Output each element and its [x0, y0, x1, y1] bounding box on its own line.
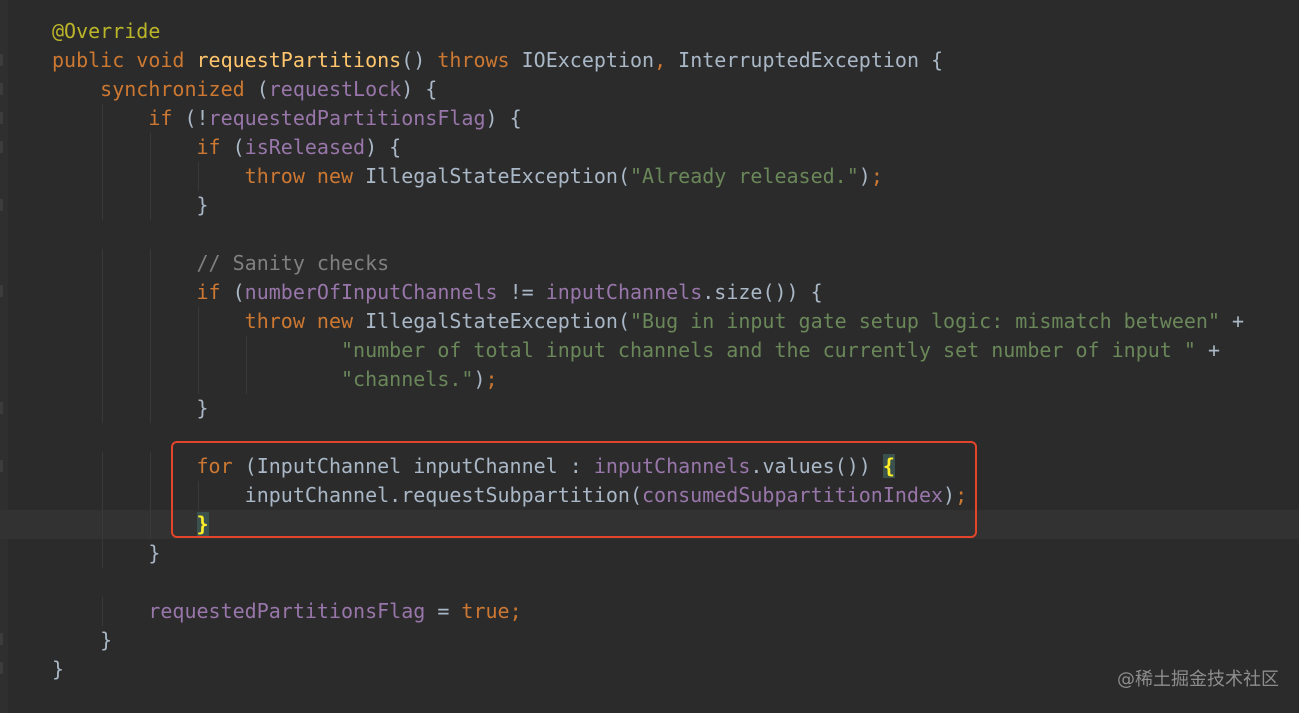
- code-lines: @Override public void requestPartitions()…: [0, 17, 1299, 684]
- code-text: if (isReleased) {: [52, 133, 401, 162]
- code-token: (: [232, 135, 245, 159]
- code-token: isReleased: [244, 135, 366, 159]
- code-line[interactable]: }: [0, 394, 1299, 423]
- code-token: ;: [509, 599, 522, 623]
- code-text: throw new IllegalStateException("Already…: [52, 162, 883, 191]
- code-editor[interactable]: @Override public void requestPartitions()…: [0, 0, 1299, 713]
- code-token: +: [1220, 309, 1245, 333]
- code-token: =: [425, 599, 462, 623]
- code-token: requestLock: [268, 77, 402, 101]
- code-token: }: [52, 193, 209, 217]
- code-token: InterruptedException {: [678, 48, 944, 72]
- code-token: (: [232, 280, 245, 304]
- code-token: true: [461, 599, 510, 623]
- watermark: @稀土掘金技术社区: [1117, 669, 1279, 690]
- code-token: synchronized: [52, 77, 257, 101]
- code-line[interactable]: }: [0, 191, 1299, 220]
- code-token: // Sanity checks: [52, 251, 390, 275]
- code-token: if: [52, 106, 185, 130]
- code-text: throw new IllegalStateException("Bug in …: [52, 307, 1244, 336]
- code-line[interactable]: // Sanity checks: [0, 249, 1299, 278]
- code-text: if (numberOfInputChannels != inputChanne…: [52, 278, 823, 307]
- code-token: !=: [497, 280, 546, 304]
- highlight-box: [171, 441, 977, 538]
- code-token: numberOfInputChannels: [244, 280, 498, 304]
- code-line[interactable]: throw new IllegalStateException("Already…: [0, 162, 1299, 191]
- code-token: (: [256, 77, 269, 101]
- code-token: IllegalStateException(: [365, 164, 630, 188]
- code-line[interactable]: throw new IllegalStateException("Bug in …: [0, 307, 1299, 336]
- code-text: if (!requestedPartitionsFlag) {: [52, 104, 522, 133]
- code-text: // Sanity checks: [52, 249, 389, 278]
- code-token: if: [52, 280, 233, 304]
- code-line[interactable]: public void requestPartitions() throws I…: [0, 46, 1299, 75]
- code-line[interactable]: if (isReleased) {: [0, 133, 1299, 162]
- code-token: "number of total input channels and the …: [340, 338, 1196, 362]
- code-token: requestedPartitionsFlag: [208, 106, 486, 130]
- code-line[interactable]: if (!requestedPartitionsFlag) {: [0, 104, 1299, 133]
- code-token: inputChannels: [545, 280, 703, 304]
- code-line[interactable]: }: [0, 655, 1299, 684]
- code-token: (!: [184, 106, 209, 130]
- code-token: }: [52, 657, 65, 681]
- code-text: requestedPartitionsFlag = true;: [52, 597, 522, 626]
- code-line[interactable]: }: [0, 626, 1299, 655]
- code-token: IllegalStateException(: [365, 309, 630, 333]
- code-token: requestedPartitionsFlag: [148, 599, 426, 623]
- code-token: .size()) {: [702, 280, 823, 304]
- code-token: }: [52, 541, 161, 565]
- code-text: }: [52, 626, 112, 655]
- code-token: "Already released.": [629, 164, 859, 188]
- code-text: }: [52, 655, 64, 684]
- code-line[interactable]: requestedPartitionsFlag = true;: [0, 597, 1299, 626]
- code-token: +: [1195, 338, 1220, 362]
- code-text: }: [52, 394, 209, 423]
- code-token: "channels.": [340, 367, 474, 391]
- code-line[interactable]: [0, 568, 1299, 597]
- code-token: }: [52, 628, 113, 652]
- code-token: public void: [52, 48, 197, 72]
- code-token: ,: [654, 48, 679, 72]
- code-token: if: [52, 135, 233, 159]
- code-text: "channels.");: [52, 365, 498, 394]
- code-token: ): [858, 164, 871, 188]
- code-token: throw new: [52, 309, 366, 333]
- code-line[interactable]: [0, 220, 1299, 249]
- code-token: ): [473, 367, 486, 391]
- code-token: ) {: [485, 106, 522, 130]
- code-line[interactable]: @Override: [0, 17, 1299, 46]
- code-token: throw new: [52, 164, 366, 188]
- code-token: ) {: [365, 135, 402, 159]
- code-text: }: [52, 539, 160, 568]
- code-text: synchronized (requestLock) {: [52, 75, 437, 104]
- code-token: ;: [870, 164, 883, 188]
- code-line[interactable]: }: [0, 539, 1299, 568]
- code-token: (): [401, 48, 438, 72]
- code-token: requestPartitions: [196, 48, 402, 72]
- code-text: }: [52, 191, 209, 220]
- code-token: "Bug in input gate setup logic: mismatch…: [629, 309, 1220, 333]
- code-line[interactable]: if (numberOfInputChannels != inputChanne…: [0, 278, 1299, 307]
- code-text: @Override: [52, 17, 160, 46]
- code-token: throws: [437, 48, 522, 72]
- code-token: ) {: [401, 77, 438, 101]
- code-line[interactable]: "number of total input channels and the …: [0, 336, 1299, 365]
- code-text: "number of total input channels and the …: [52, 336, 1220, 365]
- code-line[interactable]: "channels.");: [0, 365, 1299, 394]
- code-token: ;: [485, 367, 498, 391]
- code-line[interactable]: synchronized (requestLock) {: [0, 75, 1299, 104]
- code-token: IOException: [521, 48, 655, 72]
- code-text: public void requestPartitions() throws I…: [52, 46, 943, 75]
- code-token: @Override: [52, 19, 161, 43]
- code-token: }: [52, 396, 209, 420]
